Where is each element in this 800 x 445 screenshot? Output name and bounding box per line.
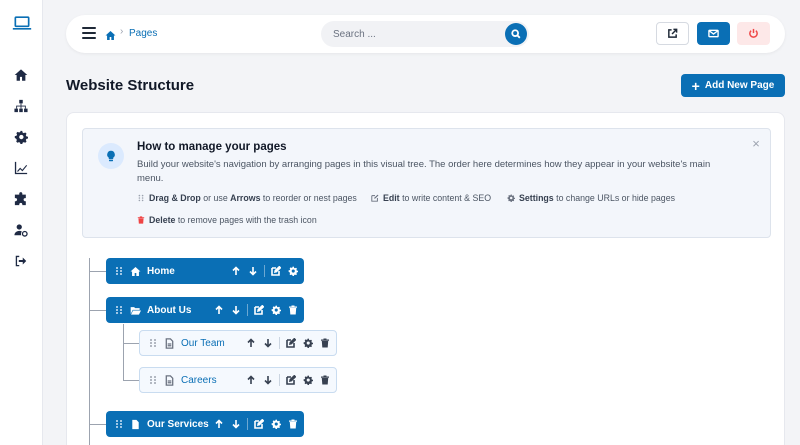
trash-icon[interactable] [287, 418, 299, 430]
move-down-icon[interactable] [230, 418, 242, 430]
edit-icon[interactable] [253, 418, 265, 430]
help-description: Build your website's navigation by arran… [137, 159, 711, 184]
envelope-icon [708, 29, 719, 38]
home-icon[interactable] [12, 66, 30, 84]
move-down-icon[interactable] [230, 304, 242, 316]
help-panel: How to manage your pages Build your webs… [82, 128, 771, 238]
tree-connector [89, 310, 106, 311]
tree-connector [123, 324, 124, 380]
help-title: How to manage your pages [137, 141, 287, 153]
move-down-icon[interactable] [262, 337, 274, 349]
edit-icon[interactable] [253, 304, 265, 316]
settings-gear-icon[interactable] [302, 337, 314, 349]
chart-line-icon[interactable] [12, 159, 30, 177]
breadcrumb-separator: › [120, 26, 124, 37]
external-link-icon [668, 28, 678, 38]
tip-drag-drop: Drag & Drop or use Arrows to reorder or … [137, 193, 357, 203]
tree-connector [89, 424, 106, 425]
tree-node-our-services[interactable]: Our Services [106, 411, 304, 437]
tip-settings: Settings to change URLs or hide pages [507, 193, 675, 203]
close-help-button[interactable]: × [750, 136, 762, 151]
edit-icon[interactable] [285, 337, 297, 349]
drag-handle-icon[interactable] [115, 266, 123, 276]
sign-out-icon[interactable] [12, 252, 30, 270]
gear-icon [507, 194, 515, 202]
folder-open-icon [130, 305, 141, 316]
search-bar [321, 21, 529, 47]
edit-icon[interactable] [270, 265, 282, 277]
logout-button[interactable] [737, 22, 770, 45]
structure-card: How to manage your pages Build your webs… [66, 112, 785, 445]
move-up-icon[interactable] [245, 337, 257, 349]
tree-node-about-us[interactable]: About Us [106, 297, 304, 323]
tip-edit: Edit to write content & SEO [371, 193, 491, 203]
tree-node-home[interactable]: Home [106, 258, 304, 284]
move-up-icon[interactable] [245, 374, 257, 386]
user-cog-icon[interactable] [12, 221, 30, 239]
tree-node-label[interactable]: Home [147, 266, 230, 277]
plus-icon: + [691, 77, 700, 94]
drag-handle-icon[interactable] [149, 338, 157, 348]
edit-icon[interactable] [285, 374, 297, 386]
topbar: › Pages [66, 15, 785, 53]
tree-connector [123, 380, 139, 381]
tree-node-label[interactable]: Careers [181, 375, 245, 386]
trash-icon[interactable] [287, 304, 299, 316]
view-site-button[interactable] [656, 22, 689, 45]
tree-node-label[interactable]: Our Team [181, 338, 245, 349]
sitemap-icon[interactable] [12, 97, 30, 115]
sidebar [0, 0, 43, 445]
messages-button[interactable] [697, 22, 730, 45]
trash-icon[interactable] [319, 337, 331, 349]
settings-gear-icon[interactable] [302, 374, 314, 386]
page-title: Website Structure [66, 77, 195, 94]
lightbulb-icon [98, 143, 124, 169]
puzzle-icon[interactable] [12, 190, 30, 208]
tree-node-label[interactable]: About Us [147, 305, 213, 316]
gear-icon[interactable] [12, 128, 30, 146]
file-icon [130, 419, 141, 430]
settings-gear-icon[interactable] [270, 304, 282, 316]
laptop-logo-icon[interactable] [11, 14, 33, 32]
drag-handle-icon[interactable] [115, 419, 123, 429]
tree-node-careers[interactable]: Careers [139, 367, 337, 393]
drag-handle-icon[interactable] [149, 375, 157, 385]
trash-icon[interactable] [319, 374, 331, 386]
home-icon [130, 266, 141, 277]
menu-toggle-icon[interactable] [82, 27, 96, 41]
add-new-page-button[interactable]: + Add New Page [681, 74, 785, 97]
search-icon [511, 29, 521, 39]
move-up-icon[interactable] [230, 265, 242, 277]
add-new-page-label: Add New Page [704, 80, 775, 91]
tree-connector [89, 271, 106, 272]
settings-gear-icon[interactable] [287, 265, 299, 277]
file-icon [164, 337, 175, 349]
search-button[interactable] [505, 23, 527, 45]
tree-connector [89, 258, 90, 445]
move-down-icon[interactable] [247, 265, 259, 277]
tip-delete: Delete to remove pages with the trash ic… [137, 215, 317, 225]
tree-node-our-team[interactable]: Our Team [139, 330, 337, 356]
tree-node-label[interactable]: Our Services [147, 419, 213, 430]
drag-handle-icon[interactable] [115, 305, 123, 315]
move-down-icon[interactable] [262, 374, 274, 386]
search-input[interactable] [321, 21, 501, 47]
trash-icon [137, 216, 145, 224]
settings-gear-icon[interactable] [270, 418, 282, 430]
breadcrumb-home-icon[interactable] [105, 28, 116, 40]
move-up-icon[interactable] [213, 418, 225, 430]
file-icon [164, 374, 175, 386]
move-up-icon[interactable] [213, 304, 225, 316]
edit-icon [371, 194, 379, 202]
breadcrumb-current[interactable]: Pages [129, 28, 157, 39]
grip-icon [138, 194, 144, 202]
power-icon [749, 28, 758, 38]
tree-connector [123, 343, 139, 344]
